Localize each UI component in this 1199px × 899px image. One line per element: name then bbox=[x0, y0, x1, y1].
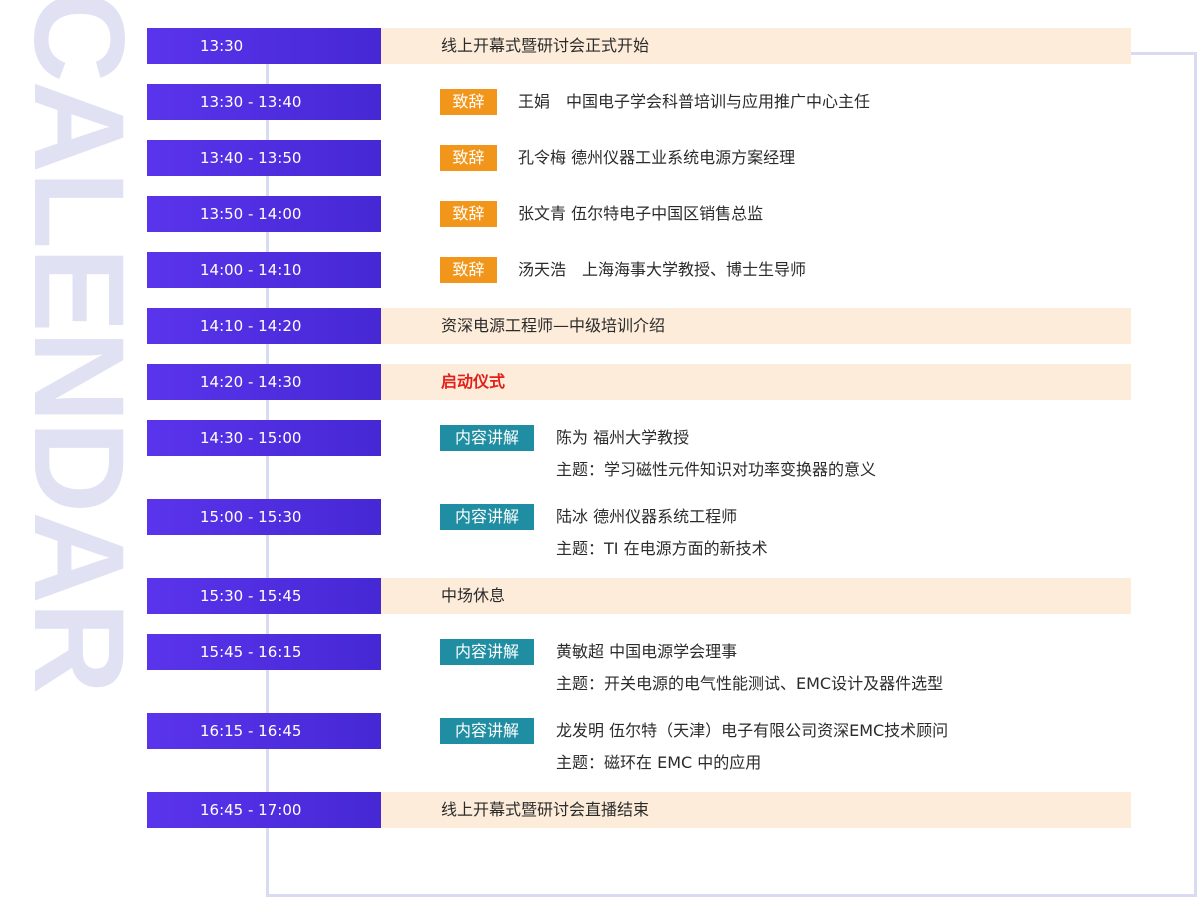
speaker-info: 王娟 中国电子学会科普培训与应用推广中心主任 bbox=[518, 92, 871, 111]
session-title: 线上开幕式暨研讨会正式开始 bbox=[441, 36, 650, 55]
topic-line: 主题：TI 在电源方面的新技术 bbox=[556, 539, 768, 558]
time-slot: 14:20 - 14:30 bbox=[147, 364, 381, 400]
speaker-info: 孔令梅 德州仪器工业系统电源方案经理 bbox=[518, 148, 796, 167]
session-title: 启动仪式 bbox=[441, 372, 506, 391]
speech-tag: 致辞 bbox=[440, 145, 497, 171]
speaker-info: 陈为 福州大学教授 bbox=[556, 428, 690, 447]
lecture-tag: 内容讲解 bbox=[440, 718, 534, 744]
speaker-info: 龙发明 伍尔特（天津）电子有限公司资深EMC技术顾问 bbox=[556, 721, 949, 740]
speech-tag: 致辞 bbox=[440, 89, 497, 115]
session-title: 中场休息 bbox=[441, 586, 506, 605]
time-slot: 13:30 - 13:40 bbox=[147, 84, 381, 120]
time-slot: 16:15 - 16:45 bbox=[147, 713, 381, 749]
calendar-watermark: CALENDAR bbox=[7, 0, 150, 693]
speaker-info: 陆冰 德州仪器系统工程师 bbox=[556, 507, 738, 526]
time-slot: 16:45 - 17:00 bbox=[147, 792, 381, 828]
speaker-info: 黄敏超 中国电源学会理事 bbox=[556, 642, 738, 661]
time-slot: 13:50 - 14:00 bbox=[147, 196, 381, 232]
time-slot: 13:30 bbox=[147, 28, 381, 64]
time-slot: 14:30 - 15:00 bbox=[147, 420, 381, 456]
session-title: 资深电源工程师—中级培训介绍 bbox=[441, 316, 666, 335]
session-title: 线上开幕式暨研讨会直播结束 bbox=[441, 800, 650, 819]
speaker-info: 张文青 伍尔特电子中国区销售总监 bbox=[518, 204, 764, 223]
lecture-tag: 内容讲解 bbox=[440, 504, 534, 530]
speaker-info: 汤天浩 上海海事大学教授、博士生导师 bbox=[518, 260, 807, 279]
topic-line: 主题：学习磁性元件知识对功率变换器的意义 bbox=[556, 460, 877, 479]
time-slot: 13:40 - 13:50 bbox=[147, 140, 381, 176]
speech-tag: 致辞 bbox=[440, 257, 497, 283]
topic-line: 主题：磁环在 EMC 中的应用 bbox=[556, 753, 762, 772]
speech-tag: 致辞 bbox=[440, 201, 497, 227]
topic-line: 主题：开关电源的电气性能测试、EMC设计及器件选型 bbox=[556, 674, 944, 693]
time-slot: 15:45 - 16:15 bbox=[147, 634, 381, 670]
time-slot: 14:00 - 14:10 bbox=[147, 252, 381, 288]
lecture-tag: 内容讲解 bbox=[440, 425, 534, 451]
time-slot: 15:30 - 15:45 bbox=[147, 578, 381, 614]
time-slot: 15:00 - 15:30 bbox=[147, 499, 381, 535]
lecture-tag: 内容讲解 bbox=[440, 639, 534, 665]
time-slot: 14:10 - 14:20 bbox=[147, 308, 381, 344]
